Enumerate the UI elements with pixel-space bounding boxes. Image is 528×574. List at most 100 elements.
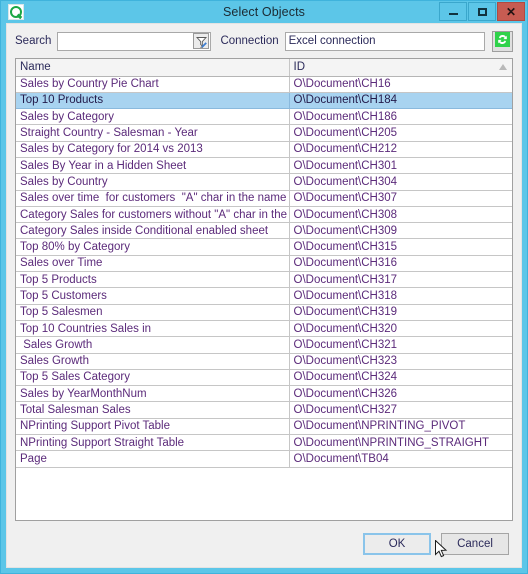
cell-id: O\Document\CH320: [289, 320, 512, 338]
window-controls: ✕: [439, 2, 525, 21]
table-row[interactable]: Category Sales for customers without "A"…: [16, 206, 512, 224]
cell-name: Top 10 Countries Sales in: [16, 320, 290, 338]
cell-id: O\Document\CH184: [289, 92, 512, 110]
cell-id: O\Document\CH315: [289, 238, 512, 256]
refresh-icon: [494, 32, 510, 50]
table-row[interactable]: Top 80% by Category O\Document\CH315: [16, 238, 512, 256]
cell-name: Top 10 Products: [16, 92, 290, 110]
objects-table-container[interactable]: Name ID Sales by Country Pie Chart O\Docu…: [15, 58, 513, 521]
cell-id: O\Document\CH318: [289, 287, 512, 305]
minimize-button[interactable]: [439, 2, 467, 21]
cell-name: Top 5 Customers: [16, 287, 290, 305]
connection-input[interactable]: [284, 31, 485, 51]
table-row[interactable]: Sales Growth O\Document\CH321: [16, 336, 512, 354]
cell-name: Category Sales inside Conditional enable…: [16, 222, 290, 240]
table-row[interactable]: Sales over time for customers "A" char i…: [16, 190, 512, 207]
cell-name: Top 80% by Category: [16, 238, 290, 256]
table-header: Name ID: [16, 59, 512, 77]
search-field-wrapper: [57, 31, 212, 51]
connection-label: Connection: [220, 35, 279, 47]
search-input[interactable]: [57, 31, 212, 51]
cell-name: Sales over Time: [16, 255, 290, 273]
table-row[interactable]: Total Salesman Sales O\Document\CH327: [16, 401, 512, 419]
table-row[interactable]: Top 5 Salesmen O\Document\CH319: [16, 304, 512, 321]
table-row[interactable]: Page O\Document\TB04: [16, 450, 512, 468]
cell-name: Sales by Country Pie Chart: [16, 76, 290, 93]
search-label: Search: [15, 35, 52, 47]
table-row[interactable]: Straight Country - Salesman - Year O\Docu…: [16, 124, 512, 142]
dialog-footer: OK Cancel: [7, 521, 521, 567]
column-header-id-label: ID: [293, 61, 306, 74]
cell-id: O\Document\NPRINTING_PIVOT: [289, 418, 512, 436]
cell-id: O\Document\CH323: [289, 353, 512, 370]
table-row[interactable]: Sales by YearMonthNum O\Document\CH326: [16, 385, 512, 403]
dialog-body: Search Connection Excel connection Name …: [6, 23, 522, 568]
cell-name: Sales by Country: [16, 173, 290, 191]
cell-id: O\Document\CH316: [289, 255, 512, 273]
cell-id: O\Document\NPRINTING_STRAIGHT: [289, 434, 512, 452]
cell-id: O\Document\CH327: [289, 401, 512, 419]
table-header-row: Name ID: [16, 59, 512, 77]
cell-id: O\Document\CH16: [289, 76, 512, 93]
cell-name: Total Salesman Sales: [16, 401, 290, 419]
toolbar: Search Connection: [7, 24, 521, 58]
cell-id: O\Document\CH309: [289, 222, 512, 240]
sort-ascending-icon: [499, 64, 507, 70]
cell-name: Top 5 Products: [16, 271, 290, 289]
cell-name: Sales Growth: [16, 353, 290, 370]
filter-pencil-icon[interactable]: [193, 33, 210, 49]
column-header-name[interactable]: Name: [16, 59, 290, 77]
table-row[interactable]: Sales By Year in a Hidden Sheet O\Documen…: [16, 157, 512, 175]
cell-id: O\Document\CH212: [289, 141, 512, 158]
table-body: Sales by Country Pie Chart O\Document\CH1…: [16, 76, 512, 468]
cell-name: Sales By Year in a Hidden Sheet: [16, 157, 290, 175]
table-row[interactable]: Top 10 Countries Sales in O\Document\CH32…: [16, 320, 512, 338]
cancel-button[interactable]: Cancel: [441, 533, 509, 555]
cell-name: Top 5 Salesmen: [16, 304, 290, 321]
table-row[interactable]: Sales over Time O\Document\CH316: [16, 255, 512, 273]
cell-name: NPrinting Support Straight Table: [16, 434, 290, 452]
table-row[interactable]: Top 5 Products O\Document\CH317: [16, 271, 512, 289]
cell-name: Sales by Category for 2014 vs 2013: [16, 141, 290, 158]
objects-table: Name ID Sales by Country Pie Chart O\Docu…: [16, 59, 512, 468]
refresh-button[interactable]: [491, 30, 513, 52]
cell-name: Category Sales for customers without "A"…: [16, 206, 290, 224]
title-bar[interactable]: Select Objects ✕: [1, 1, 527, 23]
cell-name: Page: [16, 450, 290, 468]
table-row[interactable]: Top 5 Sales Category O\Document\CH324: [16, 369, 512, 387]
cell-id: O\Document\CH326: [289, 385, 512, 403]
table-row[interactable]: Sales by Category O\Document\CH186: [16, 108, 512, 126]
cell-id: O\Document\TB04: [289, 450, 512, 468]
select-objects-dialog: Select Objects ✕ Search Connection Excel…: [0, 0, 528, 574]
ok-button[interactable]: OK: [363, 533, 431, 555]
cell-name: Sales over time for customers "A" char i…: [16, 190, 290, 207]
table-row[interactable]: Sales by Country Pie Chart O\Document\CH1…: [16, 76, 512, 93]
cell-name: Top 5 Sales Category: [16, 369, 290, 387]
cell-id: O\Document\CH317: [289, 271, 512, 289]
cell-name: Straight Country - Salesman - Year: [16, 124, 290, 142]
minimize-icon: [448, 13, 458, 15]
column-header-id[interactable]: ID: [289, 59, 512, 77]
maximize-button[interactable]: [468, 2, 496, 21]
maximize-icon: [477, 7, 487, 16]
cell-id: O\Document\CH324: [289, 369, 512, 387]
cell-name: Sales Growth: [16, 336, 290, 354]
cell-id: O\Document\CH304: [289, 173, 512, 191]
cell-id: O\Document\CH321: [289, 336, 512, 354]
table-row[interactable]: Sales Growth O\Document\CH323: [16, 353, 512, 370]
close-button[interactable]: ✕: [497, 2, 525, 21]
table-row[interactable]: Top 10 Products O\Document\CH184: [16, 92, 512, 110]
table-row[interactable]: Sales by Category for 2014 vs 2013 O\Docu…: [16, 141, 512, 158]
cell-id: O\Document\CH307: [289, 190, 512, 207]
cell-name: Sales by Category: [16, 108, 290, 126]
cell-name: NPrinting Support Pivot Table: [16, 418, 290, 436]
table-row[interactable]: Top 5 Customers O\Document\CH318: [16, 287, 512, 305]
cell-id: O\Document\CH308: [289, 206, 512, 224]
cell-id: O\Document\CH301: [289, 157, 512, 175]
table-row[interactable]: Category Sales inside Conditional enable…: [16, 222, 512, 240]
table-row[interactable]: Sales by Country O\Document\CH304: [16, 173, 512, 191]
cell-id: O\Document\CH319: [289, 304, 512, 321]
table-row[interactable]: NPrinting Support Pivot Table O\Document\…: [16, 418, 512, 436]
table-row[interactable]: NPrinting Support Straight Table O\Docume…: [16, 434, 512, 452]
cell-name: Sales by YearMonthNum: [16, 385, 290, 403]
